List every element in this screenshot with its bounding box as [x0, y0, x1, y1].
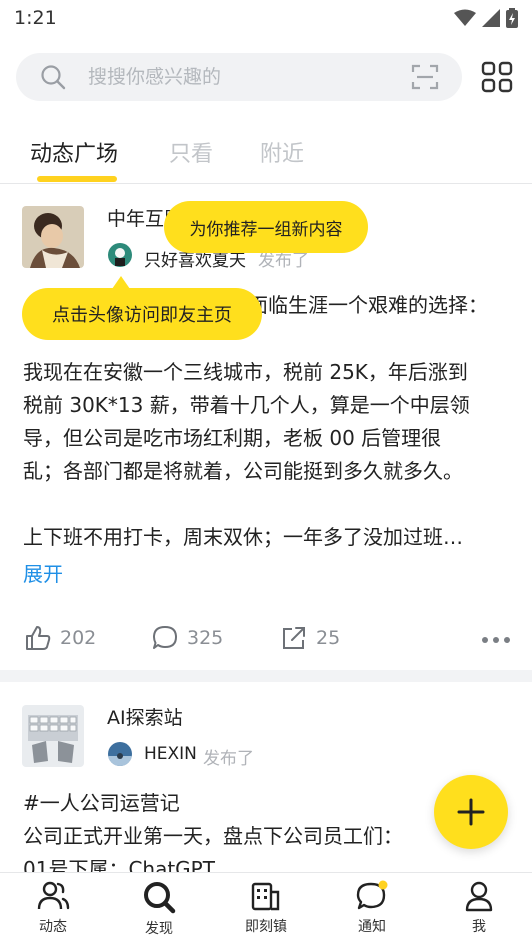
comment-count: 325 [187, 627, 224, 649]
post-avatar[interactable] [22, 705, 84, 767]
nav-label: 通知 [358, 919, 386, 935]
status-time: 1:21 [14, 7, 57, 29]
person-icon [465, 881, 493, 912]
tab-active-indicator [37, 176, 117, 182]
post-separator [0, 670, 532, 682]
tab-nearby[interactable]: 附近 [260, 136, 304, 168]
plus-icon [457, 798, 485, 826]
nav-label: 发现 [145, 921, 173, 937]
nav-profile[interactable]: 我 [439, 880, 519, 936]
post-text-line: 我现在在安徽一个三线城市，税前 25K，年后涨到 [23, 360, 468, 384]
avatar-image [22, 705, 84, 767]
search-icon [41, 65, 66, 90]
people-icon [37, 881, 70, 910]
nav-label: 我 [472, 919, 486, 935]
like-count: 202 [60, 627, 97, 649]
search-input[interactable] [88, 62, 388, 92]
search-icon [144, 882, 176, 914]
create-post-button[interactable] [434, 775, 508, 849]
building-icon [251, 882, 280, 911]
wifi-icon [454, 9, 476, 26]
nav-feed[interactable]: 动态 [13, 880, 93, 936]
tabs-divider [0, 183, 532, 184]
nav-town[interactable]: 即刻镇 [226, 880, 306, 936]
grid-menu-icon[interactable] [481, 61, 513, 93]
post-text-line: 上下班不用打卡，周末双休；一年多了没加过班… [23, 525, 463, 549]
post-text-line: 导，但公司是吃市场红利期，老板 00 后管理很 [23, 426, 442, 450]
nav-discover[interactable]: 发现 [119, 880, 199, 938]
thumbs-up-icon [26, 626, 51, 650]
status-icons [454, 8, 518, 28]
chat-bubble-icon [356, 880, 388, 910]
comment-icon [153, 626, 177, 649]
status-bar [0, 0, 532, 36]
share-button[interactable]: 25 [280, 624, 340, 652]
post-text-line: 乱；各部门都是将就着，公司能挺到多久就多久。 [23, 459, 463, 483]
signal-icon [482, 9, 500, 27]
user-mini-avatar[interactable] [108, 742, 132, 766]
published-label: 发布了 [203, 749, 254, 769]
scan-icon[interactable] [410, 62, 440, 92]
nav-notifications[interactable]: 通知 [332, 880, 412, 936]
tab-only-watch[interactable]: 只看 [169, 136, 213, 168]
share-count: 25 [316, 627, 341, 649]
avatar-image [22, 206, 84, 268]
nav-label: 即刻镇 [245, 919, 287, 935]
more-options-icon[interactable] [482, 637, 510, 643]
avatar-hint-tooltip[interactable]: 点击头像访问即友主页 [22, 288, 262, 340]
battery-icon [506, 8, 518, 28]
post-text-line: 税前 30K*13 薪，带着十几个人，算是一个中层领 [23, 393, 470, 417]
nav-label: 动态 [39, 919, 67, 935]
comment-button[interactable]: 325 [151, 624, 223, 652]
post-avatar[interactable] [22, 206, 84, 268]
recommend-tooltip[interactable]: 为你推荐一组新内容 [164, 201, 368, 253]
circle-name[interactable]: AI探索站 [107, 703, 183, 730]
share-icon [283, 627, 305, 649]
expand-link[interactable]: 展开 [23, 558, 63, 587]
like-button[interactable]: 202 [24, 624, 96, 652]
tab-square[interactable]: 动态广场 [30, 136, 118, 168]
user-name[interactable]: HEXIN [144, 744, 197, 764]
post-text-line: 面临生涯一个艰难的选择： [248, 293, 488, 317]
user-mini-avatar[interactable] [108, 243, 132, 267]
